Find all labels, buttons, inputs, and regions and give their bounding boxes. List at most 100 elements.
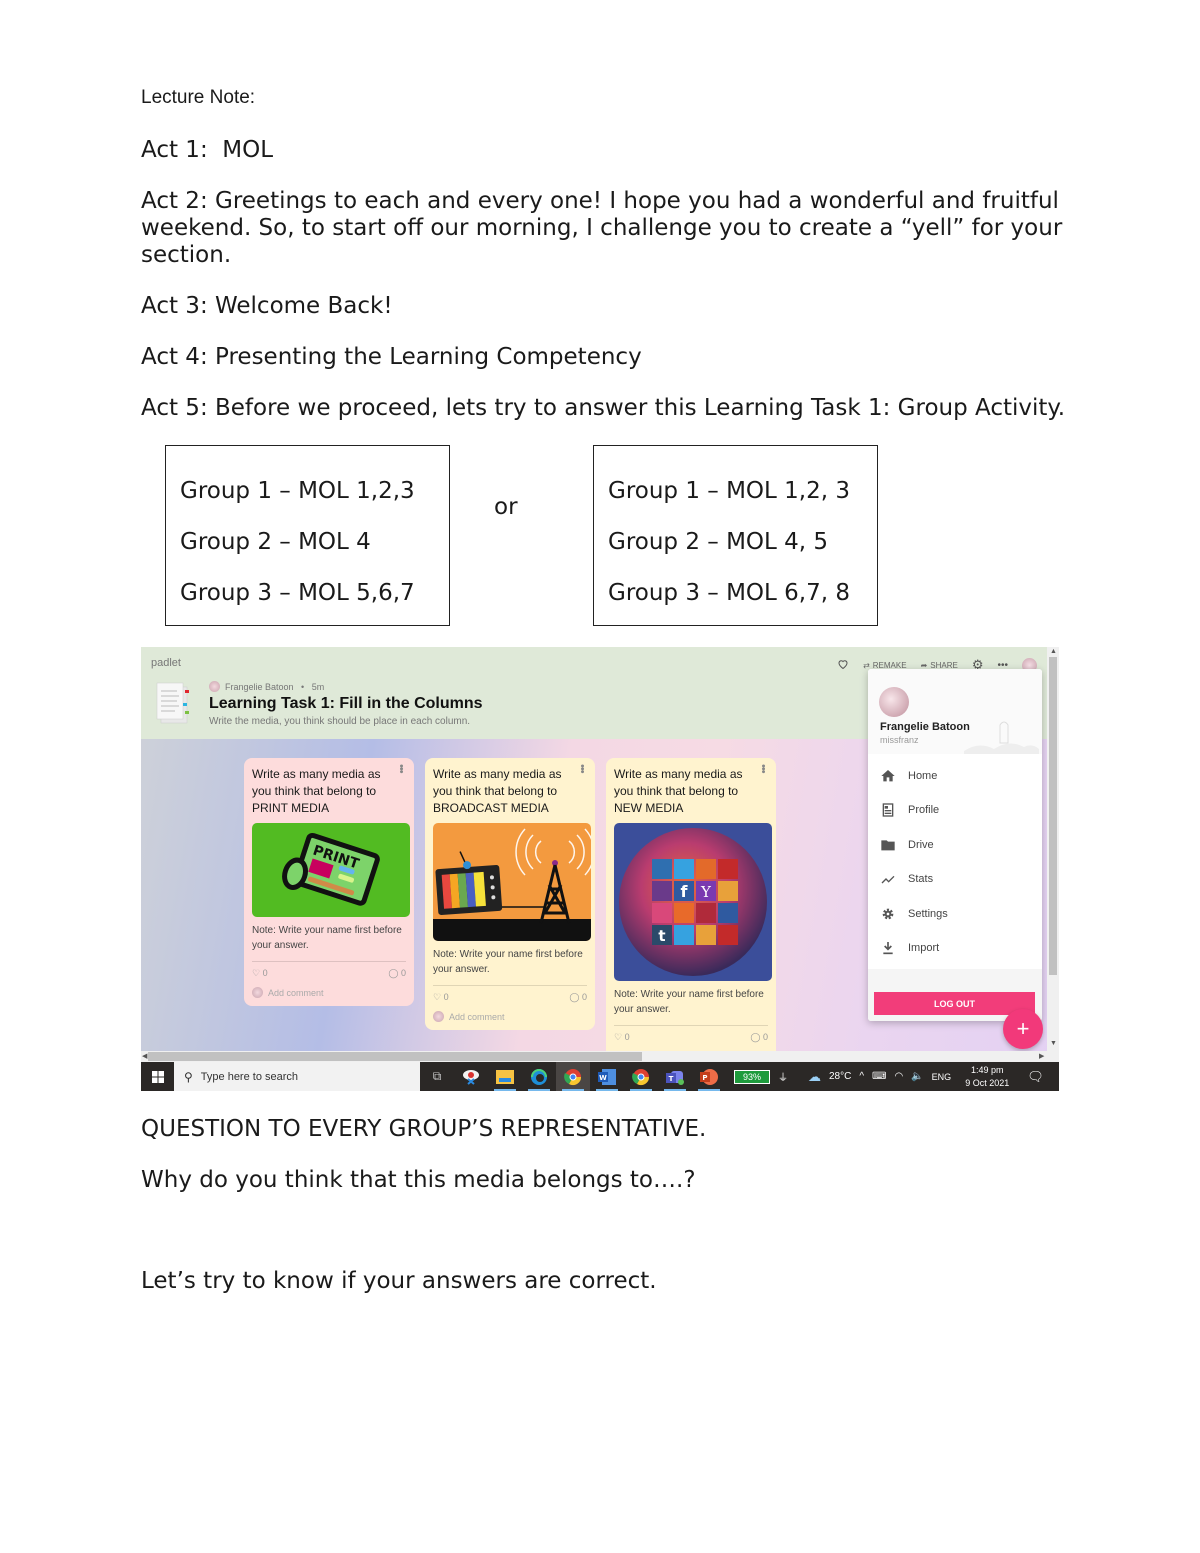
print-media-image: PRINT [252, 823, 410, 917]
weather-icon[interactable]: ☁ [808, 1069, 821, 1085]
menu-item-drive[interactable]: Drive [880, 837, 934, 853]
chevron-up-icon[interactable]: ^ [859, 1071, 864, 1082]
broadcast-media-image [433, 823, 591, 941]
padlet-subtitle: Write the media, you think should be pla… [209, 716, 471, 727]
group-line: Group 3 – MOL 6,7, 8 [608, 580, 850, 606]
horizontal-scrollbar[interactable]: ◀ ▶ [141, 1051, 1059, 1062]
taskbar-search[interactable]: ⚲ Type here to search [174, 1062, 420, 1091]
vertical-scrollbar[interactable]: ▲ ▼ [1047, 647, 1059, 1051]
plug-icon: ⏚ [778, 1073, 788, 1084]
windows-taskbar: ⚲ Type here to search ⧉ W T P 93% ⏚ ☁ 28… [141, 1062, 1059, 1091]
snipping-tool-icon[interactable] [454, 1062, 488, 1091]
rocket-icon [964, 721, 1039, 754]
divider [433, 985, 587, 986]
menu-user-name: Frangelie Batoon [880, 721, 970, 733]
clock-time: 1:49 pm [970, 1064, 1004, 1075]
menu-item-settings[interactable]: Settings [880, 906, 948, 922]
teams-icon[interactable]: T [658, 1062, 692, 1091]
horizontal-scroll-thumb[interactable] [148, 1052, 642, 1061]
menu-item-profile[interactable]: Profile [880, 802, 939, 818]
author-row: Frangelie Batoon • 5m [209, 681, 324, 692]
group-line: Group 2 – MOL 4, 5 [608, 529, 829, 555]
keyboard-icon[interactable]: ⌨ [872, 1071, 886, 1082]
scroll-left-icon[interactable]: ◀ [142, 1052, 147, 1060]
group-line: Group 1 – MOL 1,2,3 [180, 478, 415, 504]
svg-text:T: T [669, 1075, 674, 1083]
menu-item-label: Stats [908, 873, 934, 885]
menu-item-label: Profile [908, 804, 940, 816]
more-options-icon[interactable]: ••• [395, 764, 407, 773]
act-5: Act 5: Before we proceed, lets try to an… [141, 395, 1066, 421]
menu-item-home[interactable]: Home [880, 768, 937, 784]
scroll-right-icon[interactable]: ▶ [1039, 1052, 1044, 1060]
menu-item-stats[interactable]: Stats [880, 871, 933, 887]
act-2: Act 2: Greetings to each and every one! … [141, 188, 1070, 268]
task-view-icon[interactable]: ⧉ [420, 1062, 454, 1091]
comment-count-button[interactable]: ◯ 0 [750, 1032, 768, 1043]
column-broadcast-media: ••• Write as many media as you think tha… [425, 758, 595, 1030]
column-note: Note: Write your name first before your … [252, 925, 402, 951]
add-comment-button[interactable]: Add comment [252, 987, 406, 998]
add-post-button[interactable]: + [1003, 1009, 1043, 1049]
word-icon[interactable]: W [590, 1062, 624, 1091]
lecture-note-label: Lecture Note: [141, 87, 256, 108]
profile-icon [882, 803, 894, 817]
file-explorer-icon[interactable] [488, 1062, 522, 1091]
column-print-media: ••• Write as many media as you think tha… [244, 758, 414, 1006]
padlet-title: Learning Task 1: Fill in the Columns [209, 695, 483, 712]
volume-icon[interactable]: 🔈 [911, 1071, 923, 1082]
comment-count-button[interactable]: ◯ 0 [569, 992, 587, 1003]
comment-count: 0 [762, 1032, 768, 1042]
home-icon [881, 770, 895, 782]
svg-text:t: t [658, 927, 665, 945]
menu-username: missfranz [880, 735, 919, 745]
menu-item-label: Settings [908, 908, 948, 920]
chrome-profile-icon[interactable] [556, 1062, 590, 1091]
more-options-icon[interactable]: ••• [757, 764, 769, 773]
like-button[interactable]: ♡ 0 [252, 968, 268, 979]
column-heading: Write as many media as you think that be… [614, 767, 743, 815]
chrome-icon[interactable] [624, 1062, 658, 1091]
column-note: Note: Write your name first before your … [614, 989, 764, 1015]
wifi-icon[interactable]: ◠ [894, 1071, 903, 1082]
or-label: or [494, 494, 518, 520]
act-4: Act 4: Presenting the Learning Competenc… [141, 344, 642, 370]
comment-count: 0 [400, 968, 406, 978]
document-icon [156, 682, 189, 724]
battery-indicator[interactable]: 93% [734, 1069, 770, 1084]
comment-count-button[interactable]: ◯ 0 [388, 968, 406, 979]
clock-date: 9 Oct 2021 [965, 1077, 1010, 1088]
scroll-up-icon[interactable]: ▲ [1050, 648, 1057, 655]
author-name[interactable]: Frangelie Batoon [225, 682, 294, 692]
add-comment-button[interactable]: Add comment [433, 1011, 587, 1022]
heart-icon[interactable] [837, 658, 849, 672]
scroll-down-icon[interactable]: ▼ [1050, 1040, 1057, 1047]
gear-icon [882, 908, 894, 920]
like-count: 0 [262, 968, 268, 978]
vertical-scroll-thumb[interactable] [1049, 657, 1057, 975]
notification-icon[interactable]: 🗨 [1027, 1069, 1044, 1085]
search-icon: ⚲ [184, 1069, 193, 1084]
more-options-icon[interactable]: ••• [576, 764, 588, 773]
group-box-option-2: Group 1 – MOL 1,2, 3 Group 2 – MOL 4, 5 … [593, 445, 878, 626]
new-media-image: f Y t [614, 823, 772, 981]
act-3: Act 3: Welcome Back! [141, 293, 393, 319]
start-button[interactable] [141, 1062, 174, 1091]
account-menu: Frangelie Batoon missfranz Home Profile … [868, 669, 1042, 1021]
weather-temp[interactable]: 28°C [829, 1071, 851, 1082]
menu-item-import[interactable]: Import [880, 940, 939, 956]
separator-dot: • [298, 681, 307, 692]
like-button[interactable]: ♡ 0 [433, 992, 449, 1003]
commenter-avatar [252, 987, 263, 998]
question-heading: QUESTION TO EVERY GROUP’S REPRESENTATIVE… [141, 1116, 707, 1142]
like-button[interactable]: ♡ 0 [614, 1032, 630, 1043]
edge-icon[interactable] [522, 1062, 556, 1091]
like-count: 0 [624, 1032, 630, 1042]
menu-profile-header: Frangelie Batoon missfranz [868, 669, 1042, 754]
comment-count: 0 [581, 992, 587, 1002]
menu-avatar[interactable] [879, 687, 909, 717]
language-indicator[interactable]: ENG [932, 1072, 952, 1082]
clock[interactable]: 1:49 pm 9 Oct 2021 [965, 1064, 1009, 1090]
act-1: Act 1: MOL [141, 137, 274, 163]
powerpoint-icon[interactable]: P [692, 1062, 726, 1091]
